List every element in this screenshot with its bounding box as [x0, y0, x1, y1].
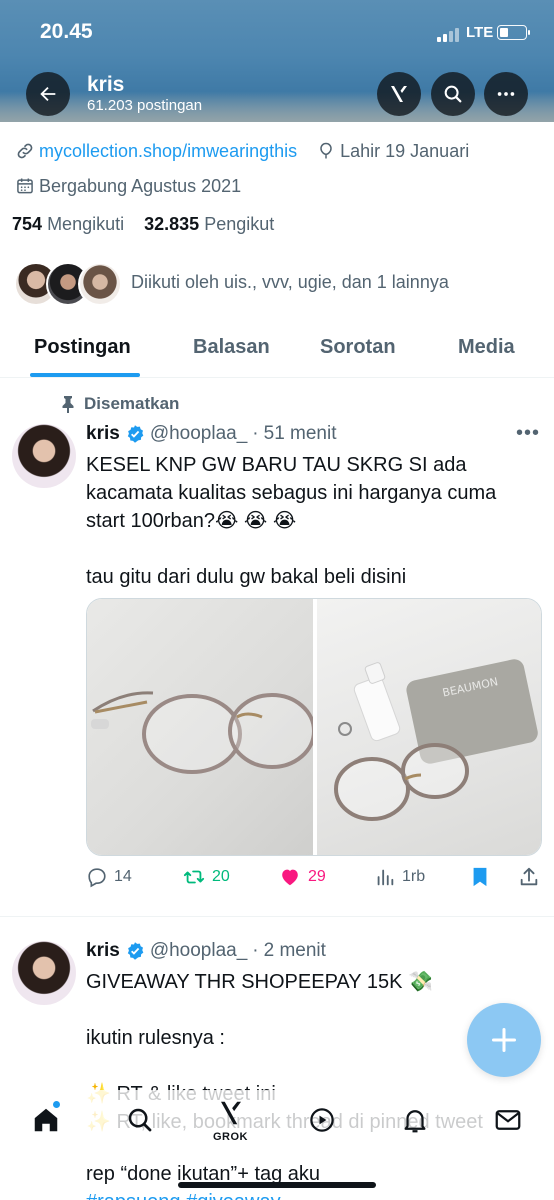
nav-home[interactable] — [31, 1105, 61, 1140]
plus-icon — [491, 1027, 517, 1053]
retweet-button[interactable]: 20 — [182, 866, 230, 888]
signal-icon — [437, 28, 459, 42]
heart-icon — [282, 869, 298, 886]
verified-badge-icon — [125, 941, 145, 961]
tweet-header: kris @hooplaa_ · 51 menit — [86, 423, 337, 445]
views-count: 1rb — [402, 868, 426, 885]
tweet-hashtags[interactable]: #rapsueng #giveaway — [86, 1188, 281, 1200]
mail-icon — [495, 1110, 521, 1130]
tweet-handle: @hooplaa_ — [149, 423, 248, 444]
status-bar: 20.45 LTE — [0, 0, 554, 66]
grok-icon — [221, 1101, 241, 1125]
retweet-count: 20 — [212, 868, 230, 885]
search-button[interactable] — [431, 72, 475, 116]
tweet-avatar[interactable] — [12, 941, 76, 1005]
bell-icon — [404, 1110, 426, 1133]
tweet-avatar[interactable] — [12, 424, 76, 488]
media-photo-package[interactable]: BEAUMON — [317, 599, 541, 855]
follow-stats: 754 Mengikuti 32.835 Pengikut — [12, 214, 274, 235]
tweet-actions: 14 20 29 1rb — [86, 866, 542, 896]
tab-sorotan[interactable]: Sorotan — [320, 336, 396, 359]
compose-button[interactable] — [467, 1003, 541, 1077]
like-count: 29 — [308, 868, 326, 885]
tweet-separator: · — [252, 940, 259, 961]
followed-by-text[interactable]: Diikuti oleh uis., vvv, ugie, dan 1 lain… — [131, 272, 449, 293]
nav-grok[interactable] — [216, 1098, 246, 1133]
followers-link[interactable]: 32.835 Pengikut — [144, 214, 274, 234]
search-icon — [444, 85, 462, 103]
profile-meta-row-1: mycollection.shop/imwearingthis Lahir 19… — [14, 140, 469, 162]
back-button[interactable] — [26, 72, 70, 116]
back-arrow-icon — [40, 86, 56, 102]
package-illustration: BEAUMON — [334, 659, 538, 821]
birthday-icon — [315, 140, 337, 162]
battery-icon — [497, 25, 530, 40]
profile-tabs: Postingan Balasan Sorotan Media — [0, 322, 554, 378]
more-dots-icon — [497, 92, 515, 96]
followed-by-avatars[interactable] — [14, 262, 124, 308]
like-button[interactable]: 29 — [278, 866, 326, 888]
bookmark-button[interactable] — [470, 866, 496, 888]
nav-spaces[interactable] — [307, 1105, 337, 1140]
more-button[interactable] — [484, 72, 528, 116]
bookmark-icon — [473, 867, 487, 887]
tweet-more-button[interactable]: ••• — [516, 422, 540, 445]
share-button[interactable] — [518, 866, 546, 888]
birthday-text: Lahir 19 Januari — [340, 140, 470, 161]
tweet-handle: @hooplaa_ — [149, 940, 248, 961]
home-icon — [34, 1108, 58, 1132]
website-link[interactable]: mycollection.shop/imwearingthis — [39, 141, 297, 162]
tweet-divider — [0, 916, 554, 917]
home-notification-dot — [53, 1101, 60, 1108]
play-circle-icon — [310, 1108, 334, 1132]
network-label: LTE — [466, 24, 494, 41]
avatar — [78, 262, 122, 306]
tweet-media[interactable]: BEAUMON — [86, 598, 542, 856]
status-time: 20.45 — [40, 20, 93, 43]
nav-search[interactable] — [125, 1105, 155, 1140]
calendar-icon — [14, 175, 36, 197]
reply-icon — [88, 868, 106, 888]
verified-badge-icon — [125, 424, 145, 444]
grok-icon — [391, 86, 407, 102]
nav-notifications[interactable] — [400, 1105, 430, 1140]
link-icon — [14, 140, 36, 162]
grok-button[interactable] — [377, 72, 421, 116]
profile-meta-row-2: Bergabung Agustus 2021 — [14, 175, 241, 197]
joined-text: Bergabung Agustus 2021 — [39, 175, 242, 196]
reply-count: 14 — [114, 868, 132, 885]
nav-messages[interactable] — [493, 1105, 523, 1140]
home-indicator — [178, 1182, 376, 1188]
search-icon — [128, 1108, 152, 1132]
tweet-text: KESEL KNP GW BARU TAU SKRG SI ada kacama… — [86, 454, 497, 588]
media-photo-glasses[interactable] — [87, 599, 316, 855]
tab-postingan[interactable]: Postingan — [34, 336, 131, 359]
views-button[interactable]: 1rb — [374, 866, 425, 888]
grok-label: GROK — [213, 1131, 248, 1143]
profile-header-name: kris — [87, 73, 125, 96]
glasses-illustration — [91, 691, 316, 774]
reply-button[interactable]: 14 — [86, 866, 132, 888]
pinned-label: Disematkan — [60, 394, 179, 414]
tweet-header: kris @hooplaa_ · 2 menit — [86, 940, 326, 962]
pin-icon — [62, 396, 74, 413]
tab-balasan[interactable]: Balasan — [193, 336, 270, 359]
tab-media[interactable]: Media — [458, 336, 515, 359]
tweet-time[interactable]: 2 menit — [264, 940, 326, 962]
tweet-author-name[interactable]: kris — [86, 423, 120, 445]
analytics-icon — [377, 869, 394, 886]
following-link[interactable]: 754 Mengikuti — [12, 214, 124, 234]
tweet-time[interactable]: 51 menit — [264, 423, 337, 445]
tweet-author-name[interactable]: kris — [86, 940, 120, 962]
active-tab-indicator — [30, 373, 140, 377]
retweet-icon — [183, 870, 205, 884]
tweet-separator: · — [252, 423, 259, 444]
share-icon — [520, 867, 538, 886]
profile-header-postcount: 61.203 postingan — [87, 97, 203, 114]
